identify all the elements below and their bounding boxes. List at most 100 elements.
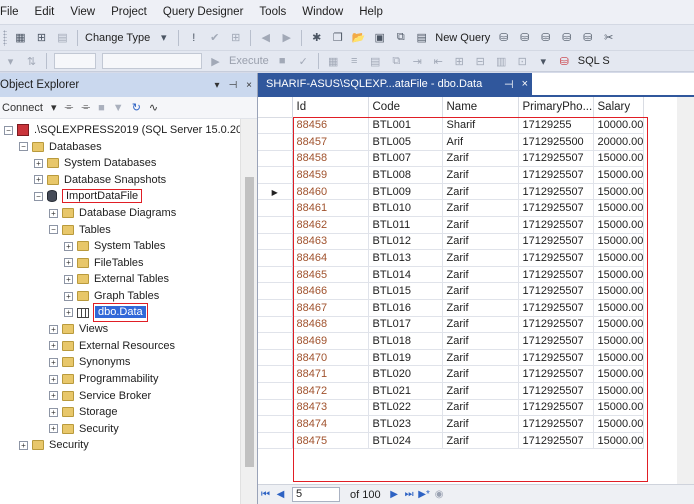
table-row[interactable]: 88457 BTL005 Arif 1712925500 20000.00 (258, 133, 645, 151)
row-selector[interactable] (258, 233, 293, 251)
client-stats-icon[interactable]: ▥ (493, 53, 510, 70)
results-grid-icon[interactable]: ▦ (325, 53, 342, 70)
table-row[interactable]: 88461 BTL010 Zarif 1712925507 15000.00 (258, 199, 645, 218)
stop-record-icon[interactable]: ◉ (432, 489, 447, 500)
menu-item-view[interactable]: View (62, 0, 103, 24)
tree-node[interactable]: + Database Diagrams (49, 205, 176, 221)
filter-icon[interactable]: ▼ (113, 102, 124, 114)
tree-node[interactable]: + Graph Tables (64, 288, 159, 304)
close-icon[interactable]: × (241, 80, 257, 91)
row-selector[interactable] (258, 365, 293, 383)
refresh-icon[interactable]: ↻ (132, 101, 141, 114)
table-cell[interactable]: Zarif (442, 282, 519, 301)
column-header[interactable]: Name (442, 97, 519, 118)
column-header[interactable]: Code (368, 97, 443, 118)
table-cell[interactable]: 1712925507 (518, 216, 594, 234)
table-cell[interactable]: BTL012 (368, 233, 443, 251)
row-selector[interactable] (258, 349, 293, 367)
table-cell[interactable]: 15000.00 (593, 249, 645, 267)
chevron-down-icon[interactable]: ▾ (535, 53, 552, 70)
first-record-icon[interactable]: ⏮ (258, 489, 273, 500)
tree-node[interactable]: + FileTables (64, 255, 144, 271)
row-selector[interactable] (258, 299, 293, 317)
sql-icon[interactable]: ⊞ (33, 29, 50, 46)
table-cell[interactable]: BTL017 (368, 316, 443, 334)
table-cell[interactable]: 1712925507 (518, 282, 594, 301)
table-cell[interactable]: 88457 (292, 133, 369, 151)
stats-icon[interactable]: ⊟ (472, 53, 489, 70)
table-cell[interactable]: Zarif (442, 249, 519, 267)
table-row[interactable]: 88464 BTL013 Zarif 1712925507 15000.00 (258, 249, 645, 267)
filter-icon[interactable]: ▾ (2, 53, 19, 70)
connect-icon[interactable]: ⌯ (65, 101, 74, 114)
open-file-icon[interactable]: 📂 (350, 29, 367, 46)
table-cell[interactable]: 88468 (292, 316, 369, 334)
expand-icon[interactable]: + (34, 175, 43, 185)
expand-icon[interactable]: + (49, 357, 58, 367)
table-cell[interactable]: 1712925507 (518, 166, 594, 184)
new-project-icon[interactable]: ✱ (308, 29, 325, 46)
table-row[interactable]: 88473 BTL022 Zarif 1712925507 15000.00 (258, 399, 645, 417)
close-icon[interactable]: × (522, 78, 528, 90)
table-cell[interactable]: BTL021 (368, 382, 443, 400)
table-row[interactable]: 88458 BTL007 Zarif 1712925507 15000.00 (258, 150, 645, 168)
table-cell[interactable]: 10000.00 (593, 117, 645, 135)
table-cell[interactable]: 88471 (292, 365, 369, 383)
table-cell[interactable]: BTL015 (368, 282, 443, 301)
table-cell[interactable]: 1712925507 (518, 233, 594, 251)
expand-icon[interactable]: + (49, 374, 58, 384)
tree-node[interactable]: + Programmability (49, 371, 158, 387)
row-selector[interactable] (258, 216, 293, 234)
tree-node[interactable]: + Security (49, 421, 119, 437)
expand-icon[interactable]: + (64, 274, 73, 284)
table-cell[interactable]: 1712925507 (518, 365, 594, 383)
table-row[interactable]: 88467 BTL016 Zarif 1712925507 15000.00 (258, 299, 645, 317)
expand-icon[interactable]: + (64, 241, 73, 251)
table-row[interactable]: 88462 BTL011 Zarif 1712925507 15000.00 (258, 216, 645, 234)
tree-node[interactable]: + Views (49, 321, 108, 337)
sql-server-icon[interactable]: ⛁ (556, 53, 573, 70)
table-cell[interactable]: 88470 (292, 349, 369, 367)
table-cell[interactable]: 1712925507 (518, 415, 594, 433)
table-row[interactable]: 88469 BTL018 Zarif 1712925507 15000.00 (258, 332, 645, 350)
tree-node[interactable]: − Tables (49, 222, 111, 238)
dropdown-icon[interactable]: ▾ (209, 80, 225, 91)
expand-icon[interactable]: + (34, 158, 43, 168)
table-cell[interactable]: 1712925507 (518, 266, 594, 284)
tree-node[interactable]: + Database Snapshots (34, 172, 166, 188)
table-cell[interactable]: 15000.00 (593, 183, 645, 201)
table-cell[interactable]: 1712925507 (518, 399, 594, 417)
table-cell[interactable]: 88472 (292, 382, 369, 400)
table-row[interactable]: 88468 BTL017 Zarif 1712925507 15000.00 (258, 316, 645, 334)
table-cell[interactable]: 15000.00 (593, 216, 645, 234)
table-cell[interactable]: Zarif (442, 316, 519, 334)
table-cell[interactable]: BTL019 (368, 349, 443, 367)
tree-node[interactable]: + External Tables (64, 271, 169, 287)
scrollbar-thumb[interactable] (245, 177, 254, 467)
table-cell[interactable]: Zarif (442, 166, 519, 184)
row-header-corner[interactable] (258, 97, 293, 118)
table-cell[interactable]: 15000.00 (593, 150, 645, 168)
next-record-icon[interactable]: ▶ (387, 489, 402, 500)
row-selector[interactable] (258, 282, 293, 301)
table-cell[interactable]: 88458 (292, 150, 369, 168)
table-cell[interactable]: Zarif (442, 332, 519, 350)
table-row[interactable]: 88465 BTL014 Zarif 1712925507 15000.00 (258, 266, 645, 284)
db-query-icon[interactable]: ⛁ (495, 29, 512, 46)
table-row[interactable]: 88470 BTL019 Zarif 1712925507 15000.00 (258, 349, 645, 367)
row-selector[interactable]: ▶ (258, 183, 293, 201)
table-row[interactable]: 88471 BTL020 Zarif 1712925507 15000.00 (258, 365, 645, 383)
table-cell[interactable]: Sharif (442, 117, 519, 135)
table-cell[interactable]: 15000.00 (593, 266, 645, 284)
row-selector[interactable] (258, 332, 293, 350)
table-cell[interactable]: 88467 (292, 299, 369, 317)
table-cell[interactable]: Zarif (442, 150, 519, 168)
table-cell[interactable]: 1712925507 (518, 332, 594, 350)
table-cell[interactable]: 15000.00 (593, 199, 645, 218)
indent-icon[interactable]: ⇥ (409, 53, 426, 70)
tree-node[interactable]: + System Tables (64, 238, 165, 254)
execute-icon[interactable]: ▶ (207, 53, 224, 70)
row-selector[interactable] (258, 316, 293, 334)
pane-icon[interactable]: ▤ (54, 29, 71, 46)
table-cell[interactable]: 15000.00 (593, 282, 645, 301)
